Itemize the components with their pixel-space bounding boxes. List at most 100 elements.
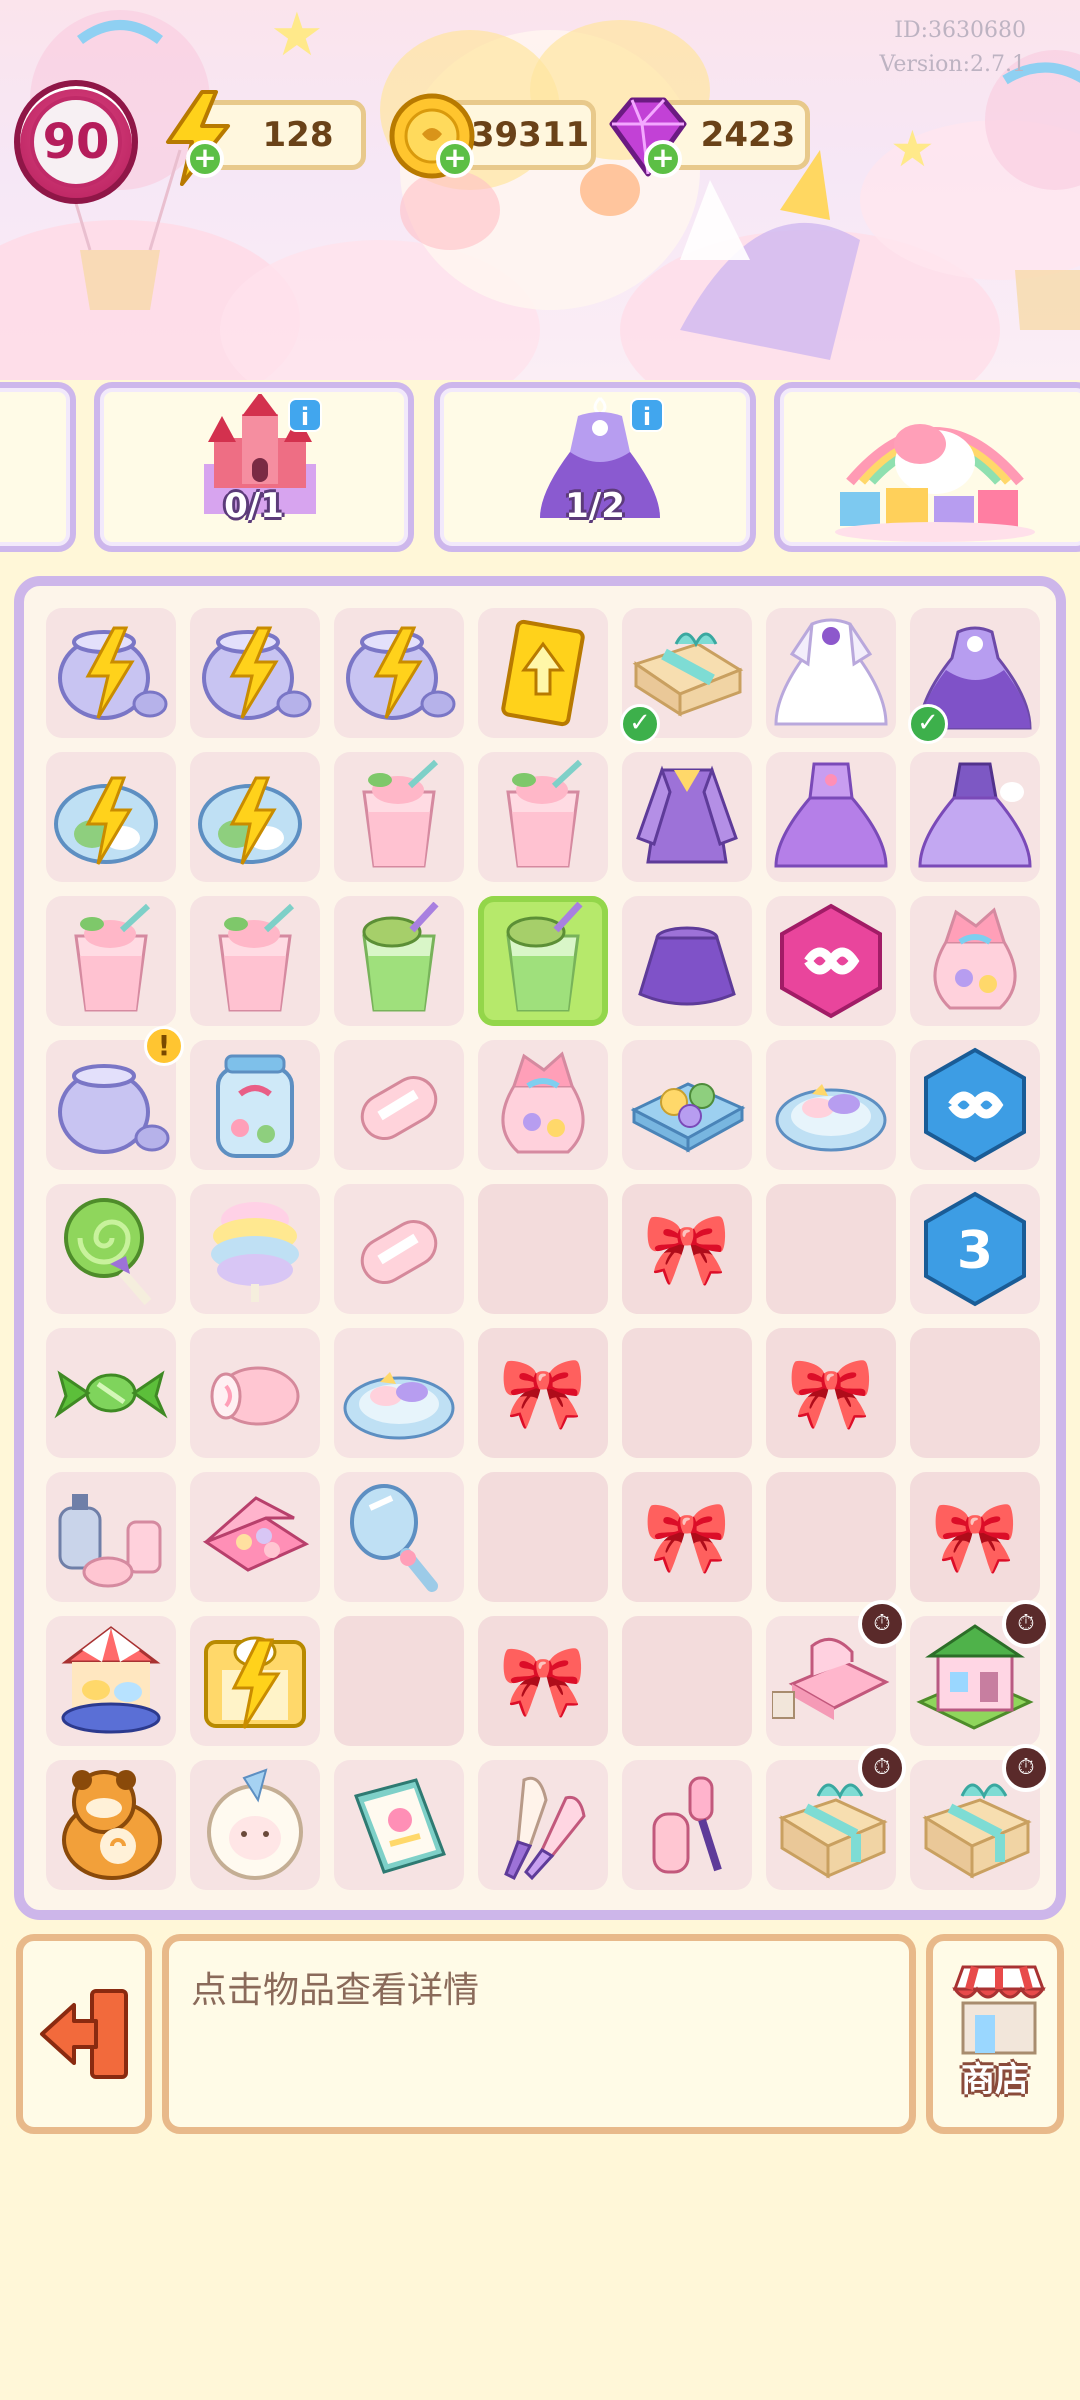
board-cell[interactable] — [190, 1760, 320, 1890]
board-cell-empty[interactable] — [622, 1328, 752, 1458]
board-cell[interactable] — [766, 1040, 896, 1170]
exit-button[interactable] — [16, 1934, 152, 2134]
item-description-box: 点击物品查看详情 — [162, 1934, 916, 2134]
board-cell[interactable]: ✓ — [908, 608, 1040, 744]
board-cell[interactable] — [334, 752, 464, 882]
board-cell[interactable] — [478, 1040, 608, 1170]
board-cell[interactable]: ⏱ — [910, 1600, 1050, 1746]
board-cell[interactable] — [46, 752, 176, 882]
board-grid: ✓ ✓ ! 🎀 3 🎀 🎀 🎀 🎀 🎀 ⏱ ⏱ ⏱ ⏱ — [46, 608, 1050, 1890]
board-cell[interactable] — [622, 1760, 752, 1890]
green-smoothie-icon — [362, 902, 439, 1012]
energy-value: 128 — [262, 115, 334, 155]
arrow-card-icon — [501, 619, 585, 727]
board-cell[interactable] — [190, 752, 320, 882]
shop-button[interactable]: 商店 — [926, 1934, 1064, 2134]
blue-infinity-icon — [924, 1047, 1026, 1163]
candy-plate-icon — [775, 1084, 887, 1152]
candy-jar-icon — [216, 1054, 294, 1158]
board-cell[interactable]: ⏱ — [766, 1600, 906, 1746]
castle-info-badge[interactable]: i — [288, 398, 322, 432]
board-cell[interactable] — [622, 896, 752, 1026]
jar-icon — [58, 1064, 170, 1154]
bow-lock-icon: 🎀 — [787, 1351, 875, 1434]
board-cell[interactable] — [46, 1760, 176, 1890]
board-cell[interactable]: ⏱ — [910, 1744, 1050, 1890]
board-cell-empty[interactable] — [910, 1328, 1040, 1458]
board-cell[interactable] — [334, 1040, 464, 1170]
board-cell-empty[interactable] — [766, 1472, 896, 1602]
pink-smoothie-icon — [74, 903, 151, 1012]
candy-bag-icon — [501, 1051, 585, 1154]
board-cell[interactable] — [910, 752, 1040, 882]
carousel-icon — [61, 1626, 161, 1734]
board-cell[interactable] — [766, 752, 896, 882]
jar-icon — [58, 626, 168, 720]
board-cell-locked[interactable]: 🎀 — [622, 1472, 752, 1602]
board-cell[interactable] — [46, 608, 176, 738]
add-gems-button[interactable]: + — [644, 140, 682, 178]
board-cell[interactable] — [910, 1040, 1040, 1170]
board-cell[interactable] — [910, 896, 1040, 1026]
board-cell[interactable] — [190, 1616, 320, 1746]
quest-card-partial[interactable] — [0, 382, 76, 552]
sketchbook-icon — [354, 1778, 446, 1874]
board-cell[interactable] — [46, 896, 176, 1026]
cotton-candy-icon — [211, 1202, 299, 1302]
board-cell-empty[interactable] — [478, 1184, 608, 1314]
purple-jacket-icon — [636, 765, 738, 864]
board-cell[interactable] — [190, 608, 320, 738]
board-cell[interactable] — [334, 1472, 464, 1602]
board-cell[interactable]: ! — [46, 1026, 184, 1170]
board-cell[interactable] — [46, 1184, 176, 1314]
quest-card-dress[interactable]: i 1/2 — [434, 382, 756, 552]
board-cell[interactable] — [334, 608, 464, 738]
coin-value: 39311 — [470, 115, 590, 155]
add-energy-button[interactable]: + — [186, 140, 224, 178]
board-cell[interactable] — [478, 752, 608, 882]
board-cell[interactable] — [46, 1328, 176, 1458]
board-cell-empty[interactable] — [766, 1184, 896, 1314]
board-cell-empty[interactable] — [622, 1616, 752, 1746]
dress-info-badge[interactable]: i — [630, 398, 664, 432]
clock-icon: ⏱ — [1002, 1600, 1050, 1648]
board-cell[interactable] — [190, 1472, 320, 1602]
board-cell[interactable] — [478, 608, 608, 738]
board-cell[interactable] — [46, 1616, 176, 1746]
board-cell-locked[interactable]: 🎀 — [478, 1328, 608, 1458]
star-deco-icon: ★ — [270, 0, 324, 70]
board-cell[interactable] — [190, 1040, 320, 1170]
board-cell[interactable] — [334, 1760, 464, 1890]
board-cell[interactable]: ✓ — [620, 608, 752, 744]
quest-card-unicorn-gift[interactable] — [774, 382, 1080, 552]
board-cell-locked[interactable]: 🎀 — [766, 1328, 896, 1458]
board-cell[interactable] — [46, 1472, 176, 1602]
hair-roller-icon — [652, 1776, 722, 1874]
pink-smoothie-icon — [218, 903, 295, 1012]
blue-jar-icon — [54, 776, 158, 865]
board-cell[interactable] — [766, 896, 896, 1026]
level-badge[interactable]: 90 — [14, 80, 138, 204]
board-cell[interactable] — [622, 752, 752, 882]
board-cell[interactable] — [190, 1328, 320, 1458]
castle-quest-progress: 0/1 — [224, 486, 284, 526]
quest-card-castle[interactable]: i 0/1 — [94, 382, 414, 552]
board-cell[interactable] — [190, 896, 320, 1026]
board-cell[interactable] — [622, 1040, 752, 1170]
board-cell-locked[interactable]: 🎀 — [910, 1472, 1040, 1602]
board-cell[interactable]: ⏱ — [766, 1744, 906, 1890]
board-cell[interactable]: 3 — [910, 1184, 1040, 1314]
board-cell[interactable] — [334, 896, 464, 1026]
board-cell-locked[interactable]: 🎀 — [622, 1184, 752, 1314]
board-cell-selected[interactable] — [478, 896, 608, 1026]
board-cell[interactable] — [766, 608, 896, 738]
svg-text:3: 3 — [957, 1221, 993, 1281]
board-cell[interactable] — [334, 1328, 464, 1458]
board-cell-empty[interactable] — [478, 1472, 608, 1602]
board-cell[interactable] — [190, 1184, 320, 1314]
board-cell-locked[interactable]: 🎀 — [478, 1616, 608, 1746]
board-cell[interactable] — [478, 1760, 608, 1890]
add-coins-button[interactable]: + — [436, 140, 474, 178]
board-cell[interactable] — [334, 1184, 464, 1314]
board-cell-empty[interactable] — [334, 1616, 464, 1746]
